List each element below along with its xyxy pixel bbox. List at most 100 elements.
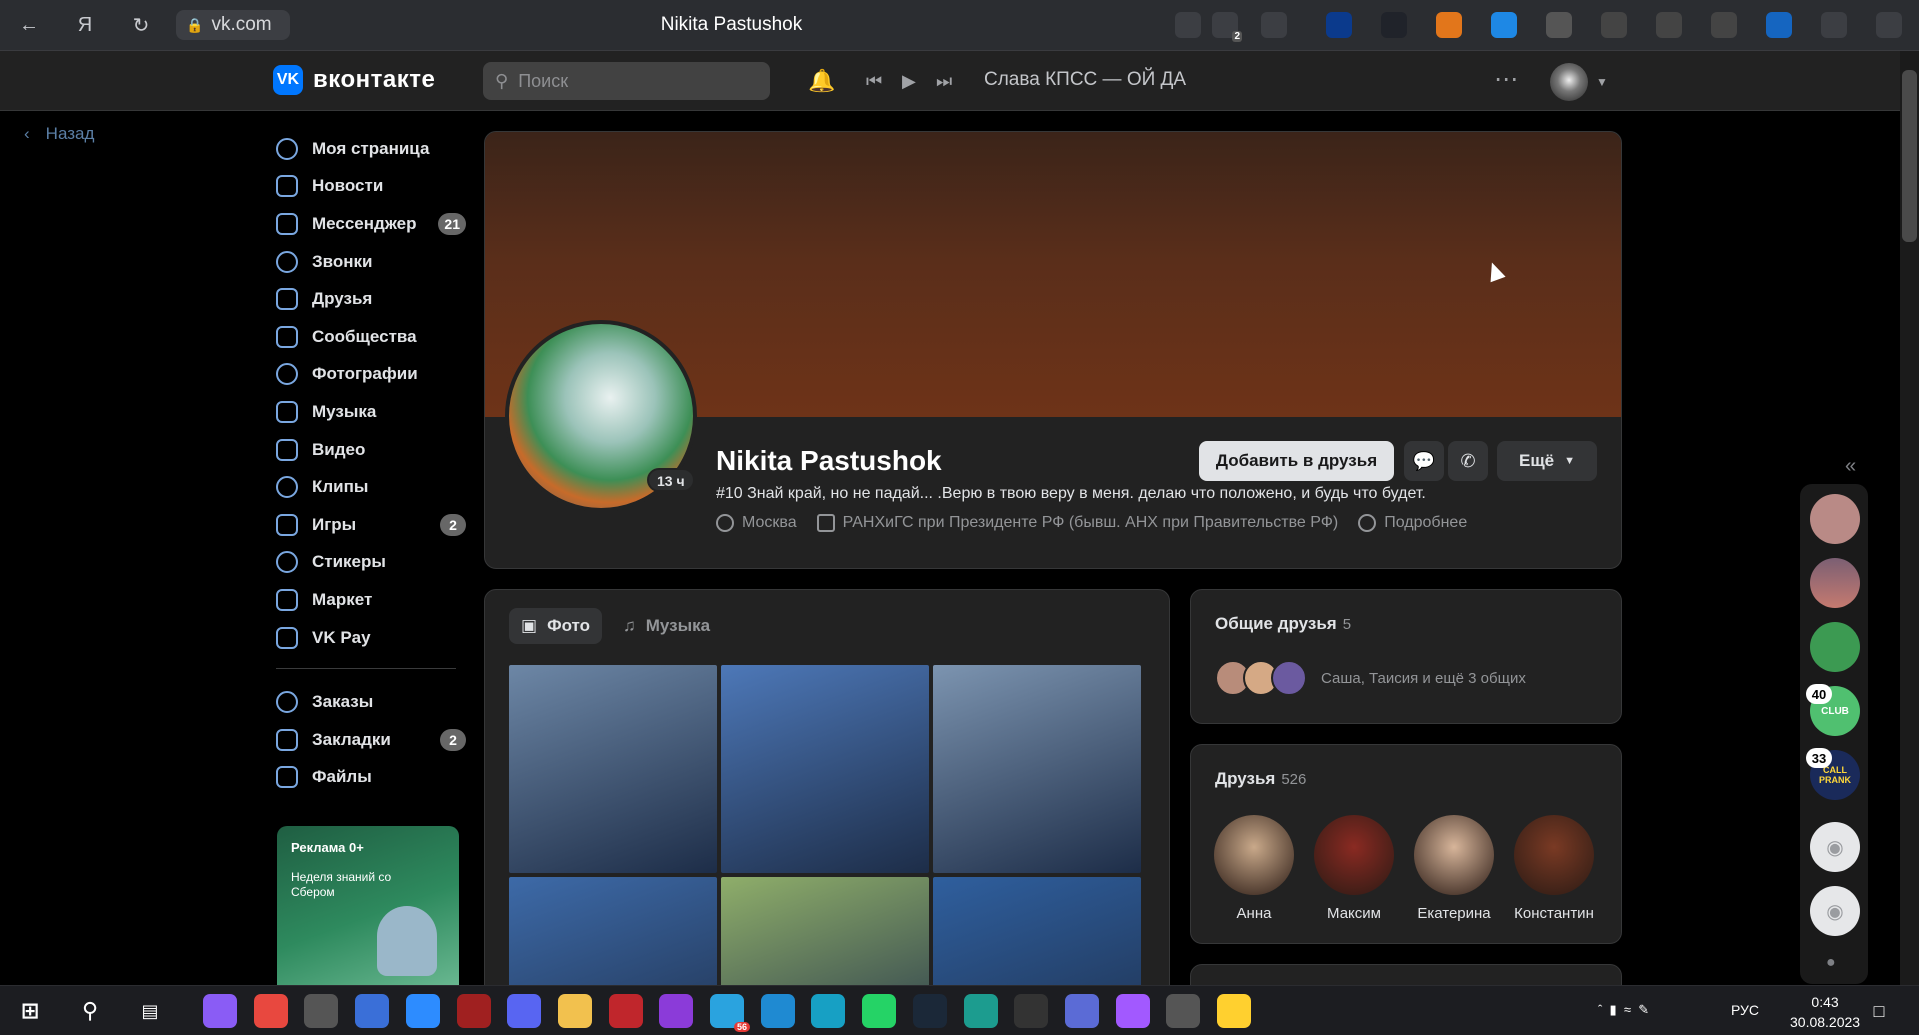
- steam-icon[interactable]: [912, 994, 947, 1028]
- avatar[interactable]: [1550, 63, 1588, 101]
- sidebar-item[interactable]: Стикеры: [276, 544, 468, 582]
- puzzle-icon[interactable]: [1175, 12, 1201, 38]
- tab-photo[interactable]: ▣ Фото: [509, 608, 603, 644]
- racing-game-icon[interactable]: [456, 994, 491, 1028]
- tab-music[interactable]: ♫ Музыка: [611, 608, 722, 644]
- search-icon[interactable]: [1326, 12, 1352, 38]
- bell-icon[interactable]: 🔔: [808, 68, 835, 94]
- sidebar-item[interactable]: Файлы: [276, 759, 468, 797]
- avatar[interactable]: [1810, 622, 1860, 672]
- vk-logo[interactable]: VK вконтакте: [273, 65, 435, 95]
- vpn-icon[interactable]: [1491, 12, 1517, 38]
- collapse-chevrons-icon[interactable]: «: [1845, 455, 1856, 478]
- tray-icons[interactable]: ˆ ▮ ≈ ✎: [1598, 1002, 1649, 1018]
- download-icon[interactable]: [1876, 12, 1902, 38]
- target-icon[interactable]: [1601, 12, 1627, 38]
- sidebar-item[interactable]: Игры 2: [276, 506, 468, 544]
- zoom-icon[interactable]: [405, 994, 440, 1028]
- cs-icon[interactable]: [1656, 12, 1682, 38]
- sidebar-item[interactable]: Друзья: [276, 280, 468, 318]
- friend-item[interactable]: Максим: [1313, 815, 1395, 922]
- photo-thumbnail[interactable]: [721, 665, 929, 873]
- sidebar-item[interactable]: Закладки 2: [276, 721, 468, 759]
- back-link[interactable]: ‹ Назад: [24, 124, 94, 144]
- sidebar-item[interactable]: Звонки: [276, 243, 468, 281]
- clock[interactable]: 0:43 30.08.2023: [1790, 992, 1860, 1032]
- sidebar-item[interactable]: Моя страница: [276, 130, 468, 168]
- chevron-down-icon[interactable]: ▼: [1596, 75, 1608, 89]
- details-link[interactable]: Подробнее: [1358, 514, 1467, 532]
- sidebar-item[interactable]: Заказы: [276, 683, 468, 721]
- edge-icon[interactable]: [963, 994, 998, 1028]
- gitzip-icon[interactable]: [1546, 12, 1572, 38]
- figma-icon[interactable]: [1115, 994, 1150, 1028]
- yandex-browser-icon[interactable]: [1014, 994, 1049, 1028]
- sidebar-item[interactable]: VK Pay: [276, 619, 468, 657]
- apps-grid-icon[interactable]: ⋯: [1494, 65, 1518, 94]
- jetbrains-icon[interactable]: [253, 994, 288, 1028]
- phpstorm-icon[interactable]: [659, 994, 694, 1028]
- camera-app-icon[interactable]: [304, 994, 339, 1028]
- notifications-icon[interactable]: □: [1862, 994, 1896, 1028]
- play-icon[interactable]: ▶: [902, 71, 916, 92]
- react-icon[interactable]: [1381, 12, 1407, 38]
- more-button[interactable]: Ещё ▼: [1497, 441, 1597, 481]
- sidebar-item[interactable]: Маркет: [276, 581, 468, 619]
- discord-icon[interactable]: [507, 994, 542, 1028]
- sidebar-item[interactable]: Видео: [276, 431, 468, 469]
- gamepad-icon[interactable]: [1064, 994, 1099, 1028]
- task-view-icon[interactable]: ▤: [133, 994, 167, 1028]
- avatar[interactable]: [1810, 558, 1860, 608]
- photo-thumbnail[interactable]: [933, 665, 1141, 873]
- whatsapp-icon[interactable]: [862, 994, 897, 1028]
- webstorm-icon[interactable]: [811, 994, 846, 1028]
- ad-banner[interactable]: Реклама 0+ Неделя знаний со Сбером: [277, 826, 459, 1006]
- filezilla-icon[interactable]: [608, 994, 643, 1028]
- translate-icon[interactable]: [1766, 12, 1792, 38]
- sidebar-item[interactable]: Музыка: [276, 393, 468, 431]
- sidebar-item[interactable]: Мессенджер 21: [276, 205, 468, 243]
- friend-item[interactable]: Екатерина: [1413, 815, 1495, 922]
- camera-icon[interactable]: ◉: [1810, 822, 1860, 872]
- mutual-friends-card[interactable]: Общие друзья 5 Саша, Таисия и ещё 3 общих: [1190, 589, 1622, 724]
- search-box[interactable]: ⚲: [483, 62, 770, 100]
- friend-item[interactable]: Анна: [1213, 815, 1295, 922]
- video-icon: [276, 438, 298, 461]
- settings-icon[interactable]: [1166, 994, 1201, 1028]
- collections-icon[interactable]: [1821, 12, 1847, 38]
- sidebar-item[interactable]: Клипы: [276, 468, 468, 506]
- message-button[interactable]: 💬: [1404, 441, 1444, 481]
- friend-item[interactable]: Константин: [1513, 815, 1595, 922]
- add-friend-button[interactable]: Добавить в друзья: [1199, 441, 1394, 481]
- vkpay-icon: [276, 626, 298, 649]
- friends-title[interactable]: Друзья 526: [1215, 769, 1306, 789]
- windows-start-icon[interactable]: ⊞: [13, 994, 47, 1028]
- chat-bubble-icon[interactable]: ●: [1826, 954, 1836, 972]
- bug-icon[interactable]: [1711, 12, 1737, 38]
- prev-track-icon[interactable]: ⏮: [866, 71, 882, 92]
- sidebar-item[interactable]: Новости: [276, 168, 468, 206]
- now-playing[interactable]: Слава КПСС — ОЙ ДА: [984, 69, 1186, 91]
- explorer-icon[interactable]: [557, 994, 592, 1028]
- sidebar-item[interactable]: Фотографии: [276, 356, 468, 394]
- sidebar-item[interactable]: Сообщества: [276, 318, 468, 356]
- search-icon[interactable]: ⚲: [73, 994, 107, 1028]
- language-indicator[interactable]: РУС: [1731, 1002, 1759, 1018]
- scrollbar-thumb[interactable]: [1902, 70, 1917, 242]
- work-item[interactable]: РАНХиГС при Президенте РФ (бывш. АНХ при…: [816, 514, 1338, 532]
- vscode-icon[interactable]: [760, 994, 795, 1028]
- telegram-icon[interactable]: 56: [710, 994, 750, 1032]
- bookmark-icon[interactable]: [1261, 12, 1287, 38]
- call-button[interactable]: ✆: [1448, 441, 1488, 481]
- friends-icon: [276, 288, 298, 311]
- calculator-icon[interactable]: [355, 994, 390, 1028]
- next-track-icon[interactable]: ⏭: [936, 71, 952, 92]
- avatar[interactable]: [1810, 494, 1860, 544]
- alice-icon[interactable]: [203, 994, 237, 1028]
- miro-icon[interactable]: [1217, 994, 1251, 1028]
- screenshot-icon[interactable]: 2: [1212, 12, 1242, 42]
- search-input[interactable]: [518, 70, 739, 92]
- camera-icon[interactable]: ◉: [1810, 886, 1860, 936]
- photo-thumbnail[interactable]: [509, 665, 717, 873]
- metamask-icon[interactable]: [1436, 12, 1462, 38]
